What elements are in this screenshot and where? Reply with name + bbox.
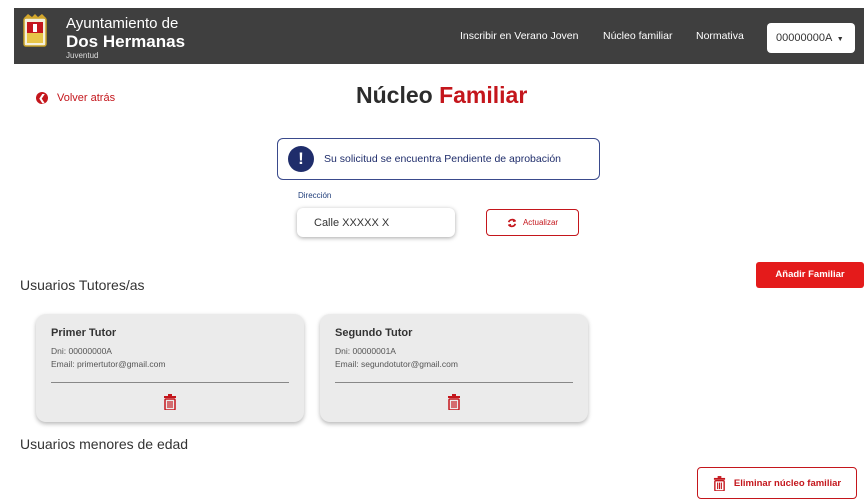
add-family-member-button[interactable]: Añadir Familiar bbox=[756, 262, 864, 288]
nav-link-normativa[interactable]: Normativa bbox=[696, 8, 744, 64]
tutor-card-2: Segundo Tutor Dni: 00000001A Email: segu… bbox=[320, 314, 588, 422]
delete-family-button[interactable]: Eliminar núcleo familiar bbox=[697, 467, 857, 499]
brand-line-3: Juventud bbox=[66, 51, 99, 60]
brand: Ayuntamiento de Dos Hermanas Juventud bbox=[66, 15, 185, 61]
tutor-email: Email: primertutor@gmail.com bbox=[51, 359, 166, 369]
delete-family-label: Eliminar núcleo familiar bbox=[733, 477, 842, 489]
minors-section-title: Usuarios menores de edad bbox=[20, 436, 189, 452]
top-navbar: Ayuntamiento de Dos Hermanas Juventud In… bbox=[14, 8, 864, 64]
tutor-dni: Dni: 00000001A bbox=[335, 346, 396, 356]
back-link[interactable]: ❮ Volver atrás bbox=[36, 92, 115, 104]
card-divider bbox=[335, 382, 573, 383]
tutor-card-title: Segundo Tutor bbox=[335, 327, 413, 339]
nav-link-nucleo-familiar[interactable]: Núcleo familiar bbox=[603, 8, 672, 64]
address-label: Dirección bbox=[298, 191, 332, 200]
tutor-card-1: Primer Tutor Dni: 00000000A Email: prime… bbox=[36, 314, 304, 422]
nav-link-inscribir[interactable]: Inscribir en Verano Joven bbox=[460, 8, 578, 64]
update-button[interactable]: Actualizar bbox=[486, 209, 579, 236]
status-alert-text: Su solicitud se encuentra Pendiente de a… bbox=[324, 153, 561, 165]
trash-icon[interactable] bbox=[447, 394, 461, 410]
page-title-part1: Núcleo bbox=[356, 82, 433, 108]
tutor-email: Email: segundotutor@gmail.com bbox=[335, 359, 458, 369]
user-menu-button[interactable]: 00000000A ▼ bbox=[767, 23, 855, 53]
card-divider bbox=[51, 382, 289, 383]
coat-of-arms-logo[interactable] bbox=[22, 14, 48, 50]
address-input[interactable] bbox=[297, 208, 455, 237]
caret-down-icon: ▼ bbox=[836, 36, 844, 43]
page-title: Núcleo Familiar bbox=[356, 82, 527, 109]
arrow-left-circle-icon: ❮ bbox=[36, 92, 48, 104]
exclamation-icon: ! bbox=[288, 146, 314, 172]
trash-icon bbox=[713, 475, 725, 491]
brand-line-2: Dos Hermanas bbox=[66, 32, 186, 51]
page-title-part2: Familiar bbox=[439, 82, 528, 108]
refresh-icon bbox=[507, 218, 517, 227]
tutor-dni: Dni: 00000000A bbox=[51, 346, 112, 356]
trash-icon[interactable] bbox=[163, 394, 177, 410]
update-button-label: Actualizar bbox=[522, 218, 559, 227]
status-alert: ! Su solicitud se encuentra Pendiente de… bbox=[277, 138, 600, 180]
user-id: 00000000A bbox=[776, 32, 832, 44]
tutor-card-title: Primer Tutor bbox=[51, 327, 117, 339]
brand-line-1: Ayuntamiento de bbox=[66, 15, 179, 32]
tutors-section-title: Usuarios Tutores/as bbox=[20, 277, 145, 293]
back-label: Volver atrás bbox=[57, 92, 116, 104]
